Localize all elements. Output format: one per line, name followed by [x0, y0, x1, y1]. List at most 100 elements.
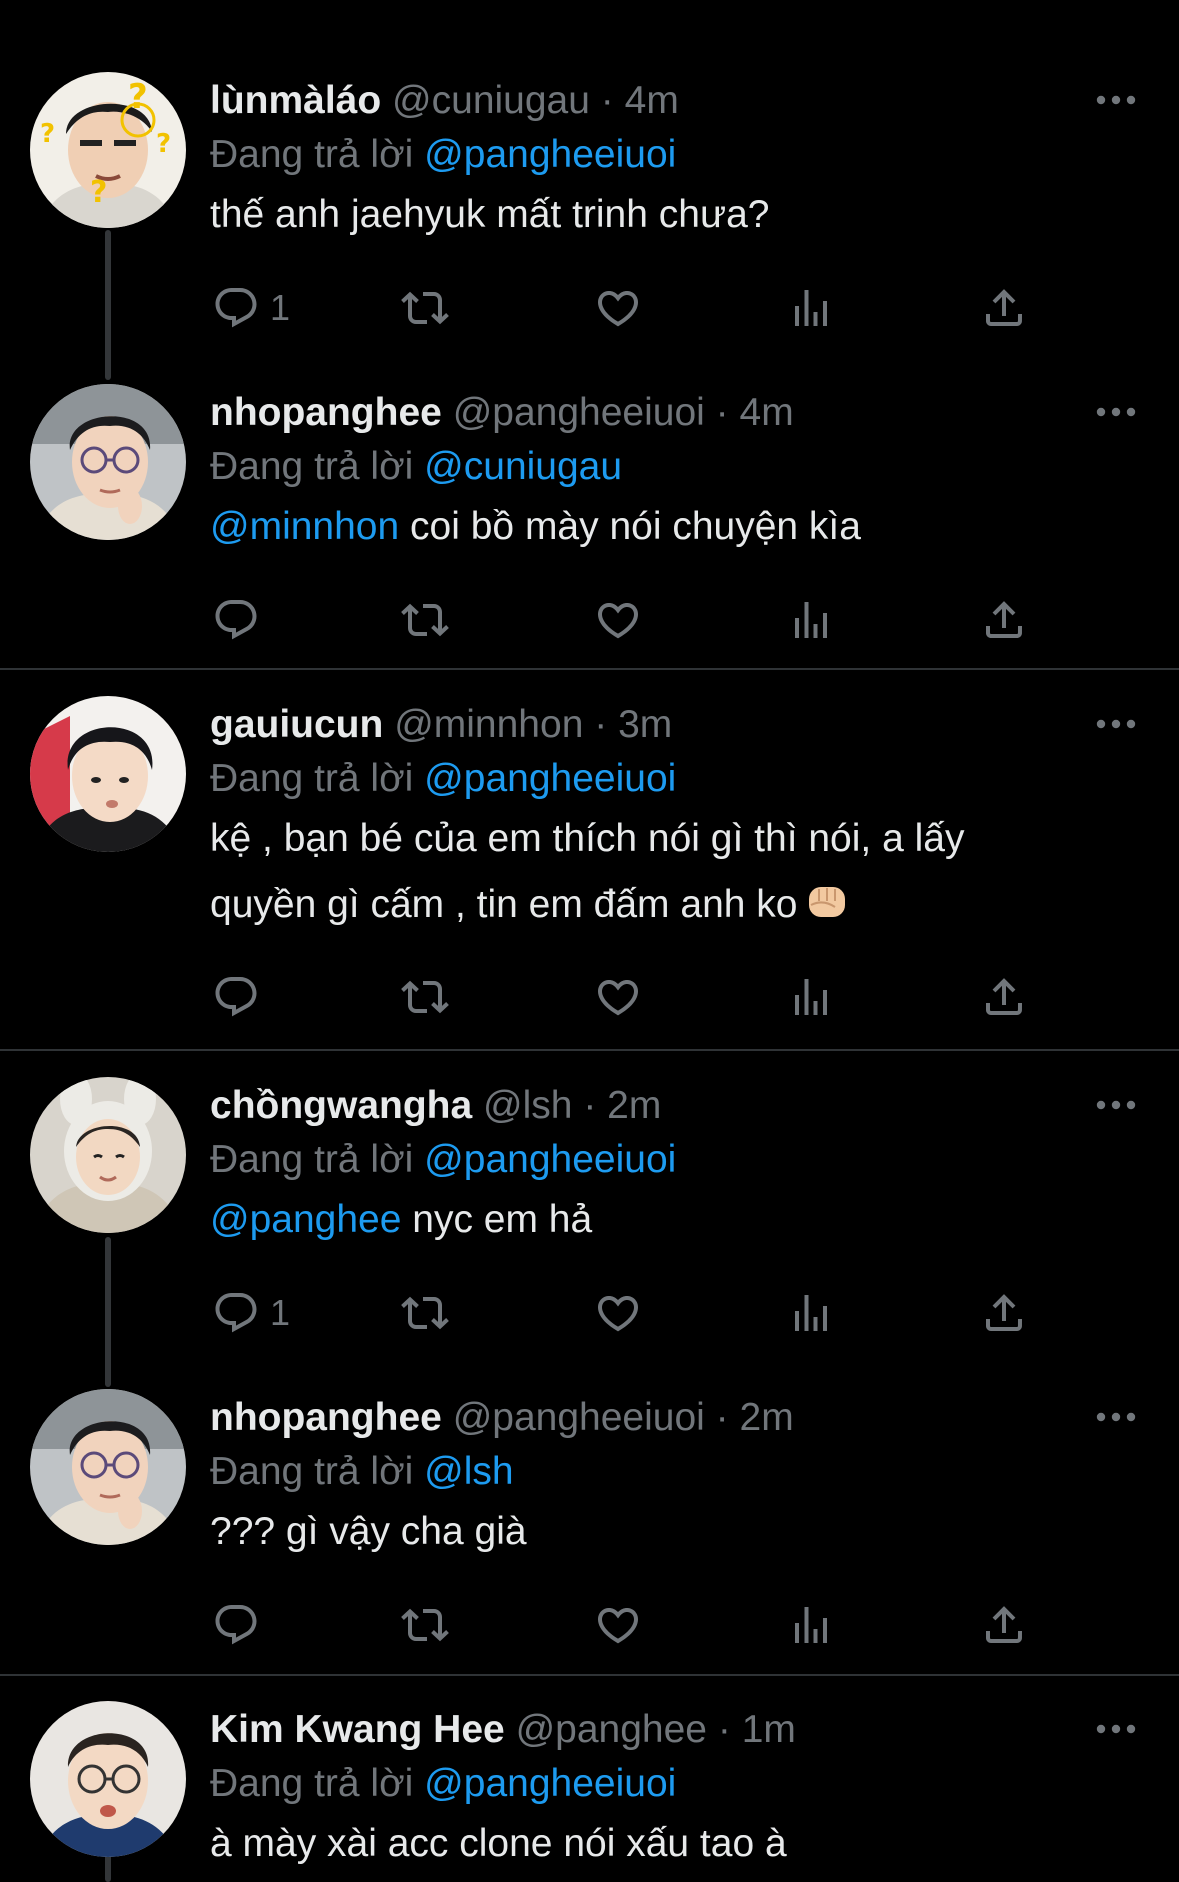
tweet-header: Kim Kwang Hee @panghee · 1m [210, 1705, 796, 1755]
like-button[interactable] [594, 1597, 642, 1653]
reply-button[interactable]: 1 [212, 280, 290, 336]
display-name[interactable]: chồngwangha [210, 1084, 472, 1127]
handle[interactable]: @lsh [483, 1084, 572, 1127]
replying-to-mention[interactable]: @cuniugau [424, 445, 622, 488]
like-button[interactable] [594, 280, 642, 336]
retweet-button[interactable] [401, 1597, 449, 1653]
tweet-text: thế anh jaehyuk mất trinh chưa? [210, 182, 769, 248]
more-icon[interactable] [1094, 88, 1138, 112]
reply-icon [212, 1289, 260, 1337]
replying-to-label: Đang trả lời [210, 1762, 414, 1805]
tweet-divider [0, 1049, 1179, 1051]
more-icon[interactable] [1094, 1093, 1138, 1117]
share-button[interactable] [980, 592, 1028, 648]
views-button[interactable] [787, 1597, 835, 1653]
replying-to-mention[interactable]: @pangheeiuoi [424, 757, 676, 800]
reply-icon [212, 973, 260, 1021]
action-bar [210, 592, 1060, 648]
tweet-text: ??? gì vậy cha già [210, 1499, 527, 1565]
avatar[interactable] [30, 1389, 186, 1545]
views-button[interactable] [787, 592, 835, 648]
timestamp[interactable]: 2m [607, 1084, 661, 1127]
heart-icon [594, 1601, 642, 1649]
timestamp[interactable]: 1m [742, 1708, 796, 1751]
replying-to-mention[interactable]: @pangheeiuoi [424, 133, 676, 176]
display-name[interactable]: Kim Kwang Hee [210, 1708, 505, 1751]
share-button[interactable] [980, 1285, 1028, 1341]
heart-icon [594, 973, 642, 1021]
replying-to-label: Đang trả lời [210, 1138, 414, 1181]
timestamp[interactable]: 3m [618, 703, 672, 746]
action-bar [210, 969, 1060, 1025]
more-icon[interactable] [1094, 1717, 1138, 1741]
avatar[interactable]: ? ? ? ? [30, 72, 186, 228]
handle[interactable]: @cuniugau [392, 79, 590, 122]
views-button[interactable] [787, 280, 835, 336]
display-name[interactable]: nhopanghee [210, 1396, 442, 1439]
replying-to: Đang trả lời @pangheeiuoi [210, 1135, 676, 1185]
views-button[interactable] [787, 969, 835, 1025]
replying-to-mention[interactable]: @pangheeiuoi [424, 1762, 676, 1805]
share-button[interactable] [980, 1597, 1028, 1653]
avatar[interactable] [30, 384, 186, 540]
retweet-button[interactable] [401, 1285, 449, 1341]
avatar[interactable] [30, 1077, 186, 1233]
avatar[interactable] [30, 696, 186, 852]
reply-count: 1 [270, 287, 291, 328]
tweet-text-line: ??? gì vậy cha già [210, 1510, 527, 1553]
display-name[interactable]: nhopanghee [210, 391, 442, 434]
reply-button[interactable]: 1 [212, 1285, 290, 1341]
more-icon[interactable] [1094, 400, 1138, 424]
tweet-text: @minnhon coi bồ mày nói chuyện kìa [210, 494, 861, 560]
views-icon [787, 284, 835, 332]
handle[interactable]: @pangheeiuoi [453, 1396, 705, 1439]
share-button[interactable] [980, 969, 1028, 1025]
body-mention[interactable]: @panghee [210, 1198, 401, 1241]
action-bar: 1 [210, 280, 1060, 336]
reply-button[interactable] [212, 592, 260, 648]
like-button[interactable] [594, 969, 642, 1025]
tweet-divider [0, 668, 1179, 670]
handle[interactable]: @panghee [516, 1708, 707, 1751]
retweet-icon [401, 1601, 449, 1649]
retweet-button[interactable] [401, 969, 449, 1025]
heart-icon [594, 1289, 642, 1337]
reply-button[interactable] [212, 1597, 260, 1653]
retweet-button[interactable] [401, 592, 449, 648]
share-icon [980, 1289, 1028, 1337]
replying-to-mention[interactable]: @lsh [424, 1450, 513, 1493]
thread-connector [105, 230, 111, 380]
reply-button[interactable] [212, 969, 260, 1025]
views-icon [787, 1601, 835, 1649]
body-mention[interactable]: @minnhon [210, 505, 399, 548]
display-name[interactable]: gauiucun [210, 703, 383, 746]
tweet-text: @panghee nyc em hả [210, 1187, 592, 1253]
more-icon[interactable] [1094, 1405, 1138, 1429]
replying-to-mention[interactable]: @pangheeiuoi [424, 1138, 676, 1181]
timestamp[interactable]: 2m [740, 1396, 794, 1439]
retweet-icon [401, 596, 449, 644]
timestamp[interactable]: 4m [740, 391, 794, 434]
tweet[interactable]: Kim Kwang Hee @panghee · 1m Đang trả lời… [0, 1701, 1179, 1882]
share-icon [980, 284, 1028, 332]
separator: · [717, 1708, 731, 1751]
replying-to: Đang trả lời @cuniugau [210, 442, 622, 492]
tweet-text: kệ , bạn bé của em thích nói gì thì nói,… [210, 806, 964, 938]
like-button[interactable] [594, 1285, 642, 1341]
tweet-text: à mày xài acc clone nói xấu tao à [210, 1811, 787, 1877]
like-button[interactable] [594, 592, 642, 648]
timestamp[interactable]: 4m [625, 79, 679, 122]
tweet-divider [0, 1674, 1179, 1676]
more-icon[interactable] [1094, 712, 1138, 736]
avatar[interactable] [30, 1701, 186, 1857]
handle[interactable]: @pangheeiuoi [453, 391, 705, 434]
handle[interactable]: @minnhon [394, 703, 583, 746]
retweet-button[interactable] [401, 280, 449, 336]
views-button[interactable] [787, 1285, 835, 1341]
views-icon [787, 973, 835, 1021]
replying-to: Đang trả lời @lsh [210, 1447, 514, 1497]
display-name[interactable]: lùnmàláo [210, 79, 381, 122]
retweet-icon [401, 973, 449, 1021]
share-button[interactable] [980, 280, 1028, 336]
reply-icon [212, 596, 260, 644]
